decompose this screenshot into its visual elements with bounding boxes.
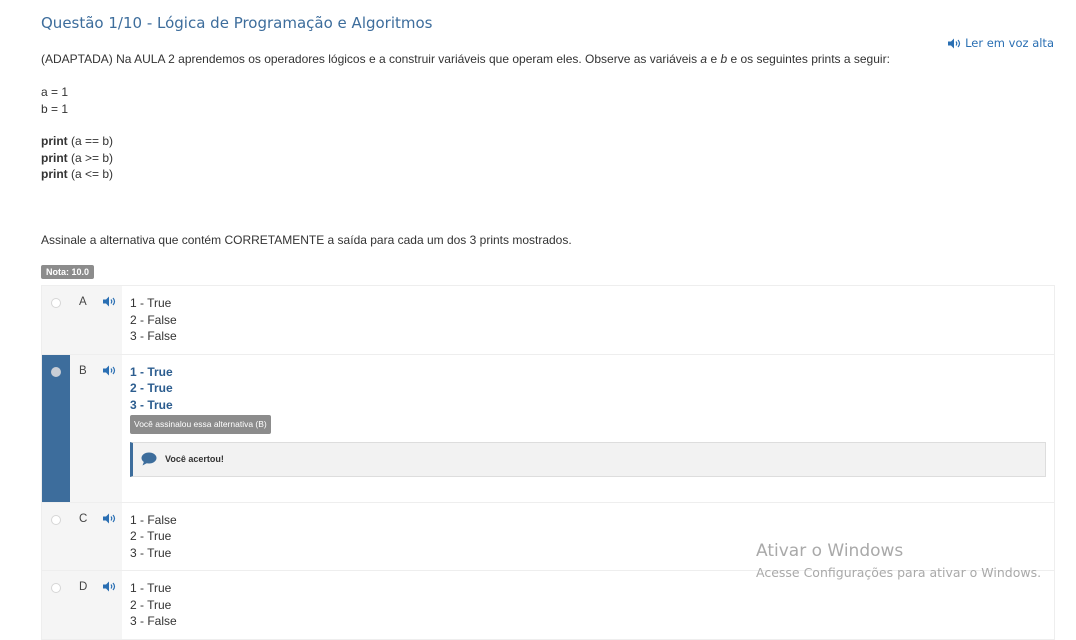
radio-button[interactable] <box>51 366 61 377</box>
variable-line: a = 1 <box>41 85 69 99</box>
alternative-letter: D <box>79 581 88 593</box>
print-line: print (a >= b) <box>41 150 114 165</box>
speaker-icon[interactable] <box>103 365 116 376</box>
radio-button[interactable] <box>51 514 61 525</box>
question-instruction: Assinale a alternativa que contém CORRET… <box>41 233 572 247</box>
radio-button[interactable] <box>51 583 61 593</box>
speaker-icon[interactable] <box>103 581 116 592</box>
speaker-icon <box>948 38 961 48</box>
alternative-letter: B <box>79 364 87 377</box>
variable-definitions: a = 1 b = 1 <box>41 84 68 117</box>
watermark-title: Ativar o Windows <box>756 541 904 561</box>
variable-line: b = 1 <box>41 101 69 116</box>
selected-badge: Você assinalou essa alternativa (B) <box>130 415 271 434</box>
feedback-box: Você acertou! <box>130 441 1046 477</box>
watermark-subtitle: Acesse Configurações para ativar o Windo… <box>756 565 1042 580</box>
print-statements: print (a == b) print (a >= b) print (a <… <box>41 133 113 183</box>
alternative-b[interactable]: B 1 - True 2 - True 3 - True Você assina… <box>42 354 1054 503</box>
windows-activation-watermark: Ativar o Windows Acesse Configurações pa… <box>756 541 1041 580</box>
alternative-letter: A <box>79 296 87 308</box>
print-line: print (a <= b) <box>41 167 114 181</box>
read-aloud-button[interactable]: Ler em voz alta <box>948 36 1054 50</box>
alternative-text: 1 - True 2 - True 3 - True Você assinalo… <box>122 355 1054 502</box>
feedback-text: Você acertou! <box>165 453 224 464</box>
comment-icon <box>141 452 157 466</box>
alternative-text: 1 - True 2 - False 3 - False <box>130 296 177 343</box>
question-title: Questão 1/10 - Lógica de Programação e A… <box>41 14 433 32</box>
grade-badge: Nota: 10.0 <box>41 265 95 279</box>
alternative-letter: C <box>79 512 88 525</box>
radio-button[interactable] <box>51 298 61 308</box>
alternative-text: 1 - True 2 - True 3 - False <box>130 581 177 628</box>
question-intro: (ADAPTADA) Na AULA 2 aprendemos os opera… <box>41 52 890 66</box>
alternative-d[interactable]: D 1 - True 2 - True 3 - False <box>42 571 1054 640</box>
print-line: print (a == b) <box>41 134 114 148</box>
speaker-icon[interactable] <box>103 296 116 307</box>
alternatives-list: A 1 - True 2 - False 3 - False B 1 - Tru… <box>41 285 1055 640</box>
read-aloud-label: Ler em voz alta <box>965 36 1054 50</box>
speaker-icon[interactable] <box>103 513 116 524</box>
alternative-a[interactable]: A 1 - True 2 - False 3 - False <box>42 286 1054 355</box>
